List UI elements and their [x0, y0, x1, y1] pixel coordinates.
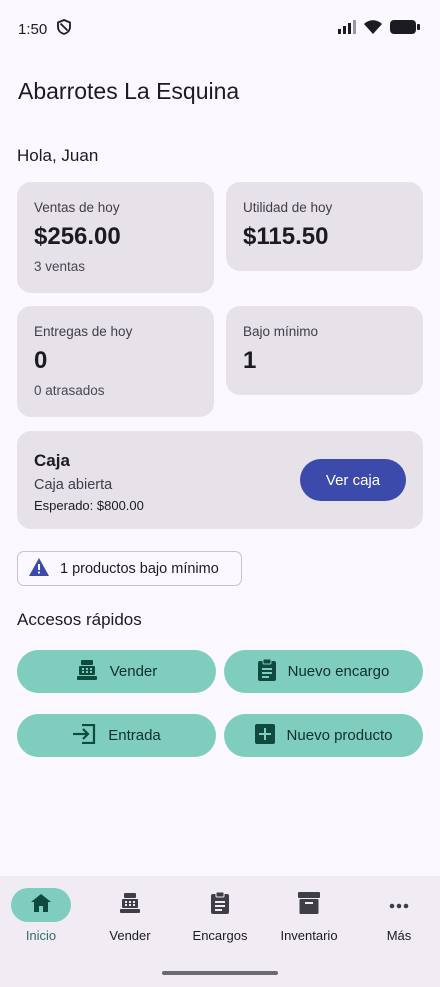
- low-stock-label: Bajo mínimo: [243, 324, 319, 339]
- quick-new-order-button[interactable]: Nuevo encargo: [224, 650, 423, 693]
- sales-label: Ventas de hoy: [34, 200, 120, 215]
- profit-label: Utilidad de hoy: [243, 200, 333, 215]
- quick-new-order-label: Nuevo encargo: [287, 663, 390, 680]
- nav-item-more[interactable]: Más: [355, 888, 440, 943]
- shield-icon: [57, 19, 72, 39]
- deliveries-late: 0 atrasados: [34, 383, 105, 398]
- home-gesture-bar[interactable]: [162, 971, 278, 975]
- nav-more-label: Más: [386, 928, 412, 943]
- login-icon: [72, 723, 96, 748]
- signal-icon: [338, 19, 356, 39]
- deliveries-card[interactable]: Entregas de hoy 0 0 atrasados: [17, 306, 214, 417]
- warning-icon: [28, 557, 50, 581]
- deliveries-label: Entregas de hoy: [34, 324, 133, 339]
- status-left: 1:50: [18, 19, 72, 39]
- archive-icon: [298, 891, 320, 919]
- sales-count: 3 ventas: [34, 259, 86, 274]
- clipboard-icon: [211, 891, 229, 919]
- greeting: Hola, Juan: [17, 146, 99, 165]
- clipboard-icon: [257, 658, 276, 685]
- nav-orders-label: Encargos: [192, 928, 248, 943]
- wifi-icon: [364, 19, 382, 39]
- profit-card[interactable]: Utilidad de hoy $115.50: [226, 182, 423, 271]
- low-stock-value: 1: [243, 347, 257, 374]
- home-icon: [31, 893, 51, 917]
- quick-sell-button[interactable]: Vender: [17, 650, 216, 693]
- status-right: [338, 19, 420, 39]
- nav-item-home[interactable]: Inicio: [0, 888, 85, 943]
- nav-item-inventory[interactable]: Inventario: [265, 888, 353, 943]
- sales-card[interactable]: Ventas de hoy $256.00 3 ventas: [17, 182, 214, 293]
- nav-more-icon-wrap: [369, 888, 429, 922]
- deliveries-value: 0: [34, 347, 48, 374]
- low-stock-alert-chip[interactable]: 1 productos bajo mínimo: [17, 551, 242, 586]
- quick-new-product-label: Nuevo producto: [286, 727, 393, 744]
- cash-register-icon: [119, 892, 141, 918]
- view-cash-register-button[interactable]: Ver caja: [300, 459, 406, 501]
- status-bar: 1:50: [0, 0, 440, 58]
- nav-inventory-icon-wrap: [279, 888, 339, 922]
- nav-orders-icon-wrap: [190, 888, 250, 922]
- nav-home-indicator: [11, 888, 71, 922]
- quick-entry-button[interactable]: Entrada: [17, 714, 216, 757]
- add-box-icon: [254, 723, 275, 748]
- nav-sell-icon-wrap: [100, 888, 160, 922]
- low-stock-card[interactable]: Bajo mínimo 1: [226, 306, 423, 395]
- page-title: Abarrotes La Esquina: [18, 78, 240, 104]
- quick-sell-label: Vender: [109, 663, 158, 680]
- quick-new-product-button[interactable]: Nuevo producto: [224, 714, 423, 757]
- nav-item-orders[interactable]: Encargos: [176, 888, 264, 943]
- nav-sell-label: Vender: [109, 928, 151, 943]
- nav-home-label: Inicio: [25, 928, 57, 943]
- sales-value: $256.00: [34, 223, 121, 250]
- profit-value: $115.50: [243, 223, 329, 250]
- status-time: 1:50: [18, 20, 48, 38]
- cash-register-card: Caja Caja abierta Esperado: $800.00 Ver …: [17, 431, 423, 529]
- more-horizontal-icon: [389, 896, 409, 914]
- quick-access-title: Accesos rápidos: [17, 610, 142, 629]
- low-stock-alert-text: 1 productos bajo mínimo: [60, 560, 219, 577]
- nav-inventory-label: Inventario: [280, 928, 338, 943]
- battery-icon: [390, 19, 420, 39]
- quick-entry-label: Entrada: [108, 727, 161, 744]
- cash-register-icon: [76, 659, 98, 684]
- nav-item-sell[interactable]: Vender: [86, 888, 174, 943]
